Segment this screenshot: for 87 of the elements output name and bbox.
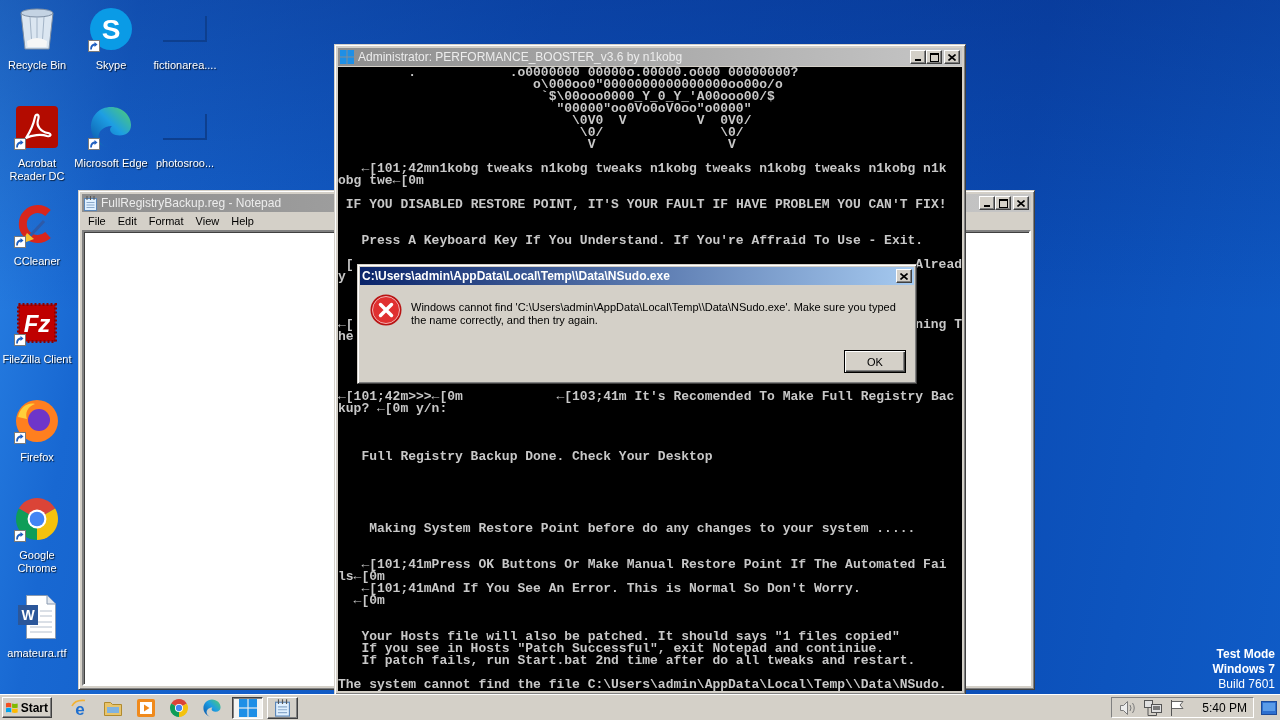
icon-label[interactable]: Recycle Bin [7, 59, 67, 72]
window-title: C:\Users\admin\AppData\Local\Temp\\Data\NSudo.exe [362, 268, 670, 284]
console-text: \0/ \0/ [579, 127, 744, 139]
menu-item[interactable]: Help [225, 213, 260, 229]
windows-logo-icon [238, 698, 257, 717]
icon-label[interactable]: CCleaner [13, 255, 61, 268]
console-text: V V [587, 139, 736, 151]
close-button[interactable] [1013, 196, 1029, 210]
console-text: If you see in Hosts "Patch Successful", exit Notepad and continiue. [361, 643, 885, 655]
console-text: `$\00ooo0000_Y_0_Y_'A00ooo00/$ [540, 91, 775, 103]
close-icon [900, 272, 908, 280]
os-notice-text: Test Mode [1216, 647, 1275, 662]
show-desktop-icon[interactable] [1261, 700, 1277, 715]
filezilla-icon[interactable]: Fz [17, 303, 57, 343]
console-text: Making System Restore Point before do any changes to your system ..... [369, 523, 916, 535]
maximize-button[interactable] [995, 196, 1011, 210]
console-text: The system cannot find the file C:\Users\admin\AppData\Local\Temp\\Data\NSudo. [338, 679, 947, 691]
edge-icon[interactable] [203, 698, 221, 717]
console-text: . .o0000000 00000o.00000.o000 00000000? [408, 67, 799, 79]
icon-label[interactable]: Microsoft Edge [74, 157, 148, 170]
close-button[interactable] [896, 269, 912, 283]
close-button[interactable] [944, 50, 960, 64]
error-icon [370, 294, 402, 326]
console-text: Alread [915, 259, 962, 271]
acrobat-icon[interactable] [16, 106, 58, 148]
console-text: ←[101;41mAnd If You See An Error. This is Normal So Don't Worry. [361, 583, 861, 595]
console-text: If patch fails, run Start.bat 2nd time after do all tweaks and restart. [361, 655, 916, 667]
notepad-icon [275, 698, 290, 717]
icon-label[interactable]: photosroo... [155, 157, 215, 170]
icon-label[interactable]: Firefox [20, 451, 54, 464]
minimize-button[interactable] [910, 50, 926, 64]
maximize-button[interactable] [926, 50, 942, 64]
maximize-icon [929, 52, 939, 62]
icon-label[interactable]: fictionarea.... [153, 59, 217, 72]
menu-item[interactable]: View [189, 213, 226, 229]
menu-item[interactable]: File [82, 213, 112, 229]
console-text: kup? ←[0m y/n: [338, 403, 448, 415]
clock[interactable]: 5:40 PM [1202, 700, 1247, 715]
notepad-icon [84, 195, 97, 211]
console-text: he [338, 331, 354, 343]
console-text: o\000oo0"0000000000000000oo00o/o [533, 79, 783, 91]
console-text: Your Hosts file will also be patched. It should says "1 files copied" [361, 631, 900, 643]
menu-item[interactable]: Edit [111, 213, 143, 229]
flag-icon[interactable] [1170, 699, 1185, 716]
console-text: \0V0 V V 0V0/ [572, 115, 752, 127]
windows-flag-icon [6, 700, 18, 715]
console-text: "00000"oo0Vo0oV0oo"o0000" [556, 103, 752, 115]
start-button[interactable]: Start [2, 697, 52, 718]
console-text: ls←[0m [338, 571, 385, 583]
chrome-icon[interactable] [170, 698, 188, 717]
speaker-icon[interactable] [1120, 700, 1137, 715]
console-text: Press A Keyboard Key If You Understand. If You're Affraid To Use - Exit. [361, 235, 924, 247]
maximize-icon [998, 198, 1008, 208]
console-text: obg twe←[0m [338, 175, 424, 187]
minimize-button[interactable] [979, 196, 995, 210]
console-text: ←[0m [353, 595, 385, 607]
firefox-icon[interactable] [16, 400, 58, 442]
console-text: IF YOU DISABLED RESTORE POINT, IT'S YOUR FAULT IF HAVE PROBLEM YOU CAN'T FIX! [345, 199, 947, 211]
os-notice-text: Build 7601 [1218, 677, 1275, 692]
console-text: ←[101;41mPress OK Buttons Or Make Manual Restore Point If The Automated Fai [361, 559, 947, 571]
console-text: ←[ [338, 319, 354, 331]
chrome-icon[interactable] [16, 498, 58, 540]
icon-label[interactable]: Acrobat Reader DC [0, 157, 74, 183]
windows-logo-icon [340, 50, 354, 64]
icon-label[interactable]: amateura.rtf [7, 647, 67, 660]
close-icon [948, 53, 956, 61]
icon-label[interactable]: Skype [95, 59, 127, 72]
console-text: ←[101;42m>>>←[0m ←[103;41m It's Recomended To Make Full Registry Bac [338, 391, 955, 403]
console-text: ←[101;42mn1kobg tweaks n1kobg tweaks n1kobg tweaks n1kobg tweaks n1kobg n1k [361, 163, 947, 175]
window-title: FullRegistryBackup.reg - Notepad [101, 195, 282, 211]
menu-item[interactable]: Format [142, 213, 190, 229]
icon-label[interactable]: FileZilla Client [2, 353, 72, 366]
console-text: Full Registry Backup Done. Check Your Desktop [361, 451, 713, 463]
minimize-icon [984, 204, 990, 207]
edge-icon[interactable] [90, 106, 132, 148]
window-title: Administrator: PERFORMANCE_BOOSTER_v3.6 by n1kobg [358, 49, 683, 65]
taskbar-button[interactable] [232, 696, 263, 719]
network-icon[interactable] [1144, 699, 1163, 716]
recycle-bin-icon[interactable] [19, 8, 55, 50]
ok-button[interactable]: OK [844, 350, 906, 373]
console-text: y [338, 271, 346, 283]
os-notice-text: Windows 7 [1212, 662, 1275, 677]
error-message: Windows cannot find 'C:\Users\admin\AppData\Local\Temp\\Data\NSudo.exe'. Make sure you typed the name correctly, and then try again. [411, 301, 897, 327]
console-text: [ [345, 259, 354, 271]
icon-label[interactable]: Google Chrome [0, 549, 74, 575]
close-icon [1017, 199, 1025, 207]
minimize-icon [915, 58, 921, 61]
